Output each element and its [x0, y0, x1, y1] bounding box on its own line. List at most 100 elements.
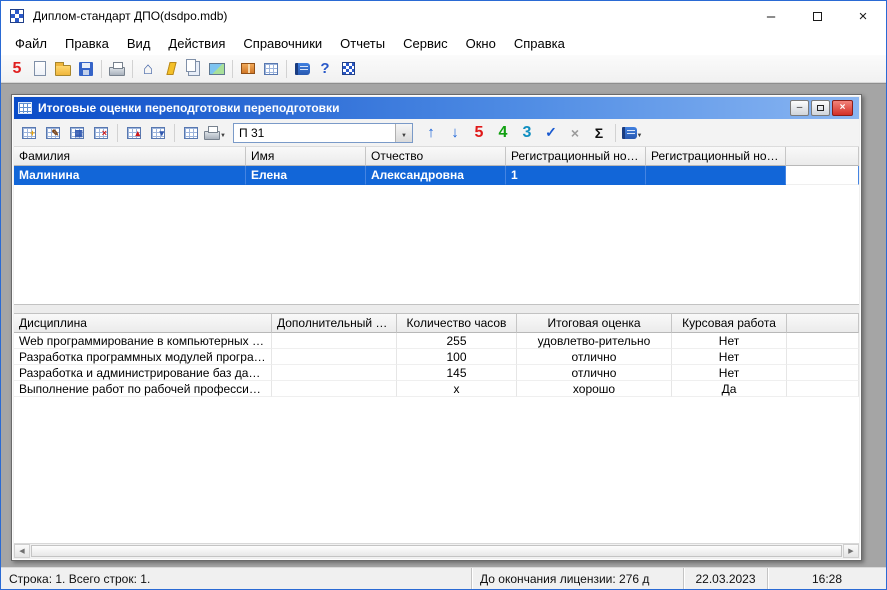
cell-grade[interactable]: хорошо [517, 381, 672, 397]
menu-item-edit[interactable]: Правка [56, 33, 118, 54]
cell-discipline[interactable]: Выполнение работ по рабочей профессии ".… [14, 381, 272, 397]
cell-discipline[interactable]: Web программирование в компьютерных с... [14, 333, 272, 349]
student-row-selected[interactable]: Малинина Елена Александровна 1 [14, 166, 859, 185]
move-down-tree-button[interactable]: ▾ [147, 122, 169, 144]
tools-button[interactable] [160, 58, 182, 80]
column-header-lastname[interactable]: Фамилия [14, 147, 246, 166]
scroll-left-icon[interactable] [14, 544, 30, 558]
scrollbar-thumb[interactable] [31, 545, 842, 557]
column-header-hours[interactable]: Количество часов [397, 314, 517, 333]
cancel-button[interactable]: × [564, 122, 586, 144]
close-button[interactable]: × [840, 1, 886, 31]
cell-hours[interactable]: x [397, 381, 517, 397]
column-header-discipline[interactable]: Дисциплина [14, 314, 272, 333]
move-up-tree-button[interactable]: ▴ [123, 122, 145, 144]
report-book-button[interactable] [621, 122, 643, 144]
cell-coursework[interactable]: Нет [672, 349, 787, 365]
cell-extratext[interactable] [272, 333, 397, 349]
cell-grade[interactable]: удовлетво-рительно [517, 333, 672, 349]
cell-regnumber2[interactable] [646, 166, 786, 185]
book-button[interactable] [291, 58, 313, 80]
menu-item-service[interactable]: Сервис [394, 33, 457, 54]
students-grid: Фамилия Имя Отчество Регистрационный ном… [14, 147, 859, 305]
home-button[interactable]: ⌂ [137, 58, 159, 80]
cell-hours[interactable]: 255 [397, 333, 517, 349]
cell-regnumber[interactable]: 1 [506, 166, 646, 185]
menu-item-reports[interactable]: Отчеты [331, 33, 394, 54]
app-logo-button[interactable]: 5 [6, 58, 28, 80]
copy-button[interactable] [183, 58, 205, 80]
print-button[interactable] [106, 58, 128, 80]
apply-button[interactable]: ✓ [540, 122, 562, 144]
package-button[interactable] [237, 58, 259, 80]
cell-middlename[interactable]: Александровна [366, 166, 506, 185]
cell-lastname[interactable]: Малинина [14, 166, 246, 185]
app-logo-icon: 5 [13, 60, 22, 78]
minimize-button[interactable]: – [748, 1, 794, 31]
horizontal-scrollbar[interactable] [14, 543, 859, 558]
maximize-button[interactable] [794, 1, 840, 31]
cell-extratext[interactable] [272, 349, 397, 365]
print-current-button[interactable] [204, 122, 226, 144]
menu-item-help[interactable]: Справка [505, 33, 574, 54]
menu-item-window[interactable]: Окно [457, 33, 505, 54]
cell-extratext[interactable] [272, 381, 397, 397]
edit-record-button[interactable]: ✎ [42, 122, 64, 144]
help-button[interactable]: ? [314, 58, 336, 80]
group-combobox[interactable]: П 31 [233, 123, 413, 143]
child-title-bar[interactable]: Итоговые оценки переподготовки переподго… [14, 97, 859, 119]
navigate-up-button[interactable]: ↑ [420, 122, 442, 144]
cell-firstname[interactable]: Елена [246, 166, 366, 185]
subjects-grid: Дисциплина Дополнительный текст Количест… [14, 313, 859, 543]
cell-discipline[interactable]: Разработка и администрирование баз данн.… [14, 365, 272, 381]
menu-item-file[interactable]: Файл [6, 33, 56, 54]
column-header-extratext[interactable]: Дополнительный текст [272, 314, 397, 333]
column-header-regnumber2[interactable]: Регистрационный номе... [646, 147, 786, 166]
image-button[interactable] [206, 58, 228, 80]
table-button[interactable] [260, 58, 282, 80]
column-header-firstname[interactable]: Имя [246, 147, 366, 166]
child-minimize-button[interactable]: – [790, 100, 809, 116]
cell-hours[interactable]: 145 [397, 365, 517, 381]
grade-3-button[interactable]: 3 [516, 122, 538, 144]
new-document-button[interactable] [29, 58, 51, 80]
subject-row[interactable]: Выполнение работ по рабочей профессии ".… [14, 381, 859, 397]
grid-settings-button[interactable]: ▦ [66, 122, 88, 144]
column-header-coursework[interactable]: Курсовая работа [672, 314, 787, 333]
column-header-regnumber[interactable]: Регистрационный номер [506, 147, 646, 166]
subject-row[interactable]: Разработка программных модулей програм..… [14, 349, 859, 365]
save-button[interactable] [75, 58, 97, 80]
cell-coursework[interactable]: Да [672, 381, 787, 397]
grade-5-button[interactable]: 5 [468, 122, 490, 144]
add-record-button[interactable]: + [18, 122, 40, 144]
child-close-button[interactable]: × [832, 100, 853, 116]
cell-discipline[interactable]: Разработка программных модулей програм..… [14, 349, 272, 365]
table-view-button[interactable] [180, 122, 202, 144]
menu-item-view[interactable]: Вид [118, 33, 160, 54]
navigate-down-button[interactable]: ↓ [444, 122, 466, 144]
cell-coursework[interactable]: Нет [672, 333, 787, 349]
menu-item-actions[interactable]: Действия [159, 33, 234, 54]
child-maximize-button[interactable] [811, 100, 830, 116]
menu-bar: Файл Правка Вид Действия Справочники Отч… [1, 31, 886, 55]
grade-4-button[interactable]: 4 [492, 122, 514, 144]
column-header-grade[interactable]: Итоговая оценка [517, 314, 672, 333]
about-button[interactable] [337, 58, 359, 80]
menu-item-directories[interactable]: Справочники [234, 33, 331, 54]
subject-row[interactable]: Разработка и администрирование баз данн.… [14, 365, 859, 381]
column-header-middlename[interactable]: Отчество [366, 147, 506, 166]
cell-coursework[interactable]: Нет [672, 365, 787, 381]
scroll-right-icon[interactable] [843, 544, 859, 558]
table-icon [264, 63, 278, 75]
cancel-icon: × [571, 125, 579, 141]
cell-grade[interactable]: отлично [517, 365, 672, 381]
subject-row[interactable]: Web программирование в компьютерных с...… [14, 333, 859, 349]
open-button[interactable] [52, 58, 74, 80]
cell-extratext[interactable] [272, 365, 397, 381]
cell-grade[interactable]: отлично [517, 349, 672, 365]
grid-splitter[interactable] [14, 305, 859, 313]
cell-hours[interactable]: 100 [397, 349, 517, 365]
sum-button[interactable]: Σ [588, 122, 610, 144]
group-combobox-dropdown-button[interactable] [395, 124, 412, 142]
delete-record-button[interactable]: × [90, 122, 112, 144]
